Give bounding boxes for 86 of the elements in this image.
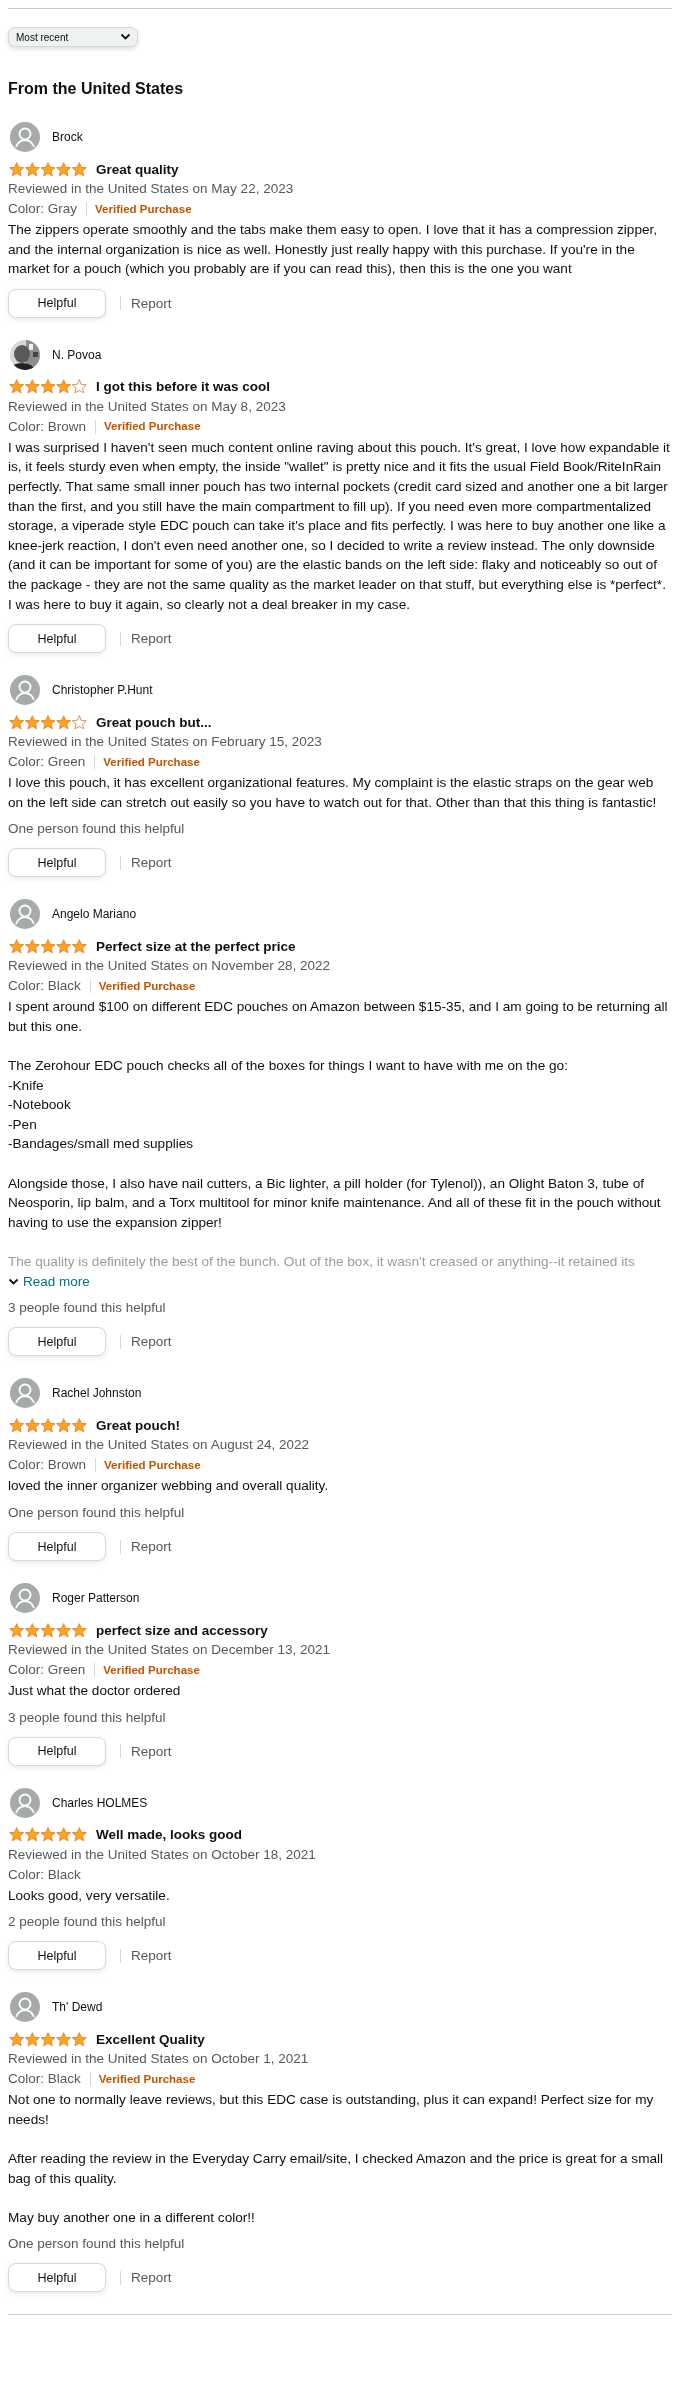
review-text: Looks good, very versatile. xyxy=(8,1886,171,1905)
report-link[interactable]: Report xyxy=(131,1743,172,1759)
color-option: Color: Black xyxy=(8,2069,81,2090)
review-text: Not one to normally leave reviews, but this EDC case is outstanding, plus it can expand! Perfect size for my needs! xyxy=(8,2091,655,2129)
helpful-button[interactable]: Helpful xyxy=(8,624,106,654)
review-text: Alongside those, I also have nail cutters, a Bic lighter, a pill holder (for Tylenol)), an Olight Baton 3, tube of Neosporin, lip balm, and a Torx multitool for minor knife maintenance. And all of these fit in the pouch without having to use the expansion zipper! xyxy=(8,1174,662,1232)
review-title[interactable]: perfect size and accessory xyxy=(96,1622,268,1638)
user-avatar-icon xyxy=(10,675,40,706)
review-text: May buy another one in a different color!! xyxy=(8,2208,256,2227)
review-text: Just what the doctor ordered xyxy=(8,1682,182,1700)
review-text: loved the inner organizer webbing and overall quality. xyxy=(8,1477,330,1496)
helpful-button[interactable]: Helpful xyxy=(8,1736,106,1766)
report-link[interactable]: Report xyxy=(131,2270,172,2286)
reviewer-name[interactable]: Angelo Mariano xyxy=(52,907,137,922)
report-link[interactable]: Report xyxy=(131,631,172,647)
color-option: Color: Green xyxy=(8,1660,86,1680)
color-option: Color: Gray xyxy=(8,199,78,219)
verified-purchase: Verified Purchase xyxy=(103,754,200,770)
user-avatar-icon xyxy=(10,1992,40,2023)
reviewer-name[interactable]: N. Povoa xyxy=(52,347,102,362)
section-heading: From the United States xyxy=(8,80,185,98)
user-avatar-icon xyxy=(10,899,40,930)
report-link[interactable]: Report xyxy=(131,1334,172,1350)
helpful-button[interactable]: Helpful xyxy=(8,1941,106,1971)
chevron-down-icon xyxy=(8,1277,19,1286)
review-text: After reading the review in the Everyday Carry email/site, I checked Amazon and the price is great for a small bag of this quality. xyxy=(8,2150,665,2188)
reviewer-name[interactable]: Brock xyxy=(52,130,83,144)
chevron-down-icon xyxy=(120,33,131,41)
review-date: Reviewed in the United States on February 15, 2023 xyxy=(8,733,323,752)
review-text: The quality is definitely the best of the bunch. Out of the box, it wasn't creased or anything--it retained its xyxy=(8,1253,636,1272)
helpful-count: 3 people found this helpful xyxy=(8,1708,167,1727)
report-link[interactable]: Report xyxy=(131,295,172,311)
user-avatar-icon xyxy=(10,1583,40,1613)
color-option: Color: Black xyxy=(8,1864,81,1885)
read-more-link[interactable]: Read more xyxy=(8,1271,90,1292)
verified-purchase: Verified Purchase xyxy=(98,2071,196,2087)
helpful-button[interactable]: Helpful xyxy=(8,1327,106,1357)
review-date: Reviewed in the United States on May 22, 2023 xyxy=(8,180,295,198)
review-date: Reviewed in the United States on October 18, 2021 xyxy=(8,1845,317,1864)
color-option: Color: Green xyxy=(8,752,86,773)
review-title[interactable]: Great pouch! xyxy=(96,1417,180,1433)
review-text: The zippers operate smoothly and the tabs make them easy to open. I love that it has a compression zipper, and the internal organization is nice as well. Honestly just really happy with this purchase. If you're in the market for a pouch (which you probably are if you can read this), then this is the one you want xyxy=(8,221,659,279)
report-link[interactable]: Report xyxy=(131,1948,172,1964)
user-avatar-icon xyxy=(10,1787,40,1818)
review-title[interactable]: I got this before it was cool xyxy=(96,379,271,395)
helpful-count: 2 people found this helpful xyxy=(8,1913,167,1932)
helpful-count: One person found this helpful xyxy=(8,2235,186,2254)
reviewer-name[interactable]: Rachel Johnston xyxy=(52,1386,142,1401)
helpful-button[interactable]: Helpful xyxy=(8,288,106,318)
review-date: Reviewed in the United States on November 28, 2022 xyxy=(8,957,331,976)
review-date: Reviewed in the United States on August 24, 2022 xyxy=(8,1436,310,1455)
review-text: I love this pouch, it has excellent organizational features. My complaint is the elastic straps on the gear web on the left side can stretch out easily so you have to watch out for that. Other than that this thing is fantastic! xyxy=(8,774,658,812)
helpful-count: One person found this helpful xyxy=(8,820,186,839)
helpful-count: One person found this helpful xyxy=(8,1504,186,1522)
review-text: I spent around $100 on different EDC pouches on Amazon between $15-35, and I am going to be returning all but this one. xyxy=(8,998,669,1036)
review-title[interactable]: Perfect size at the perfect price xyxy=(96,938,296,954)
review-text: The Zerohour EDC pouch checks all of the boxes for things I want to have with me on the go: -Knife -Notebook -Pen -Bandages/small med supplies xyxy=(8,1057,569,1154)
report-link[interactable]: Report xyxy=(131,1539,172,1554)
helpful-button[interactable]: Helpful xyxy=(8,848,106,878)
verified-purchase: Verified Purchase xyxy=(98,978,196,994)
reviewer-name[interactable]: Th' Dewd xyxy=(52,2000,103,2015)
reviewer-name[interactable]: Charles HOLMES xyxy=(52,1795,148,1810)
review-date: Reviewed in the United States on December 13, 2021 xyxy=(8,1641,331,1659)
verified-purchase: Verified Purchase xyxy=(103,1662,200,1678)
report-link[interactable]: Report xyxy=(131,855,172,871)
color-option: Color: Brown xyxy=(8,416,87,437)
review-title[interactable]: Excellent Quality xyxy=(96,2031,205,2047)
review-title[interactable]: Great pouch but... xyxy=(96,714,212,730)
review-date: Reviewed in the United States on May 8, 2023 xyxy=(8,397,287,416)
review-date: Reviewed in the United States on October 1, 2021 xyxy=(8,2050,310,2069)
user-avatar-icon xyxy=(10,122,40,152)
color-option: Color: Brown xyxy=(8,1455,87,1476)
verified-purchase: Verified Purchase xyxy=(104,1457,201,1473)
helpful-button[interactable]: Helpful xyxy=(8,2263,106,2293)
color-option: Color: Black xyxy=(8,976,81,997)
review-title[interactable]: Well made, looks good xyxy=(96,1827,243,1843)
reviewer-name[interactable]: Christopher P.Hunt xyxy=(52,683,153,698)
verified-purchase: Verified Purchase xyxy=(95,201,192,217)
review-title[interactable]: Great quality xyxy=(96,161,179,177)
helpful-count: 3 people found this helpful xyxy=(8,1299,167,1318)
helpful-button[interactable]: Helpful xyxy=(8,1532,106,1561)
user-avatar-icon xyxy=(10,1378,40,1409)
review-text: I was surprised I haven't seen much content online raving about this pouch. It's great, I love how expandable it is, it feels sturdy even when empty, the inside "wallet" is pretty nice and it fits the usual Field Book/RiteInRain perfectly. That same small inner pouch has two internal pockets (credit card sized and another one a bit larger than the first, and you still have the main compartment to fill up). If you need even more compartmentalized storage, a viperade style EDC pouch can take it's place and fits perfectly. I was here to buy another one like a knee-jerk reaction, I don't even need another one, so I decided to write a review instead. The only downside (and it can be important for some of you) are the elastic bands on the left side: flaky and noticeably so out of the package - they are not the same quality as the market leader on that stuff, but everything else is *perfect*. I was here to buy it again, so clearly not a deal breaker in my case. xyxy=(8,438,671,614)
reviewer-name[interactable]: Roger Patterson xyxy=(52,1591,140,1605)
verified-purchase: Verified Purchase xyxy=(104,419,201,435)
sort-dropdown[interactable]: Most recent xyxy=(8,27,138,47)
